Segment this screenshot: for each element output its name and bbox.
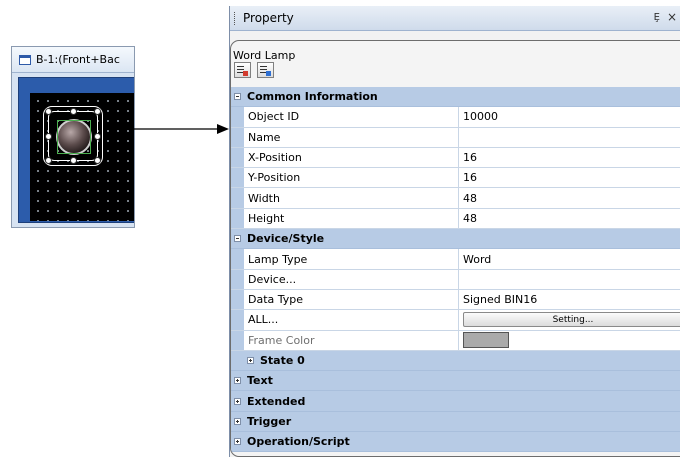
property-name: ALL... xyxy=(244,310,459,330)
expand-icon[interactable] xyxy=(234,438,241,446)
property-value-lamp-type[interactable]: Word xyxy=(459,249,680,269)
property-value-name[interactable] xyxy=(459,127,680,147)
property-panel[interactable]: Property Ȩ × Word Lamp Common Informatio… xyxy=(229,6,680,457)
resize-handle-s[interactable] xyxy=(70,157,77,164)
drag-grip-icon[interactable] xyxy=(234,11,237,25)
property-value-height[interactable]: 48 xyxy=(459,208,680,229)
property-name: Lamp Type xyxy=(244,249,459,269)
property-row[interactable]: Name xyxy=(231,127,680,148)
category-text[interactable]: Text xyxy=(231,371,680,392)
alphabetical-view-button[interactable] xyxy=(257,62,274,78)
property-row[interactable]: Height 48 xyxy=(231,208,680,230)
selection-frame xyxy=(57,120,91,154)
resize-handle-se[interactable] xyxy=(94,157,101,164)
category-label: Device/Style xyxy=(247,232,325,246)
property-row[interactable]: Object ID 10000 xyxy=(231,107,680,128)
property-row[interactable]: Device... xyxy=(231,269,680,290)
property-row[interactable]: Data Type Signed BIN16 xyxy=(231,289,680,311)
resize-handle-nw[interactable] xyxy=(45,108,52,115)
property-row[interactable]: Frame Color xyxy=(231,330,680,351)
object-type-label: Word Lamp xyxy=(233,49,296,62)
resize-handle-n[interactable] xyxy=(70,108,77,115)
word-lamp-object[interactable] xyxy=(43,106,103,166)
collapse-icon[interactable] xyxy=(234,235,241,243)
property-name: Height xyxy=(244,208,459,229)
category-label: Text xyxy=(247,374,273,388)
expand-icon[interactable] xyxy=(247,357,254,364)
window-icon xyxy=(19,54,31,65)
property-name: Data Type xyxy=(244,289,459,310)
property-name: Device... xyxy=(244,269,459,289)
categorized-icon xyxy=(237,65,248,76)
category-device-style[interactable]: Device/Style xyxy=(231,229,680,250)
collapse-icon[interactable] xyxy=(234,93,241,101)
expand-icon[interactable] xyxy=(234,417,241,425)
category-label: State 0 xyxy=(260,354,305,367)
property-panel-header[interactable]: Property Ȩ × xyxy=(230,6,680,31)
property-value-y-position[interactable]: 16 xyxy=(459,168,680,188)
property-row[interactable]: ALL... Setting... xyxy=(231,310,680,331)
property-name: Object ID xyxy=(244,107,459,127)
property-panel-title: Property xyxy=(243,11,294,25)
property-name: X-Position xyxy=(244,147,459,168)
property-name: Y-Position xyxy=(244,168,459,188)
subcategory-state-0[interactable]: State 0 xyxy=(231,350,680,372)
property-name: Name xyxy=(244,127,459,147)
screen-editor-title: B-1:(Front+Bac xyxy=(36,53,120,66)
categorized-view-button[interactable] xyxy=(234,62,251,78)
resize-handle-sw[interactable] xyxy=(45,157,52,164)
property-value-x-position[interactable]: 16 xyxy=(459,147,680,168)
category-trigger[interactable]: Trigger xyxy=(231,411,680,433)
category-extended[interactable]: Extended xyxy=(231,391,680,412)
category-label: Extended xyxy=(247,394,306,408)
category-operation-script[interactable]: Operation/Script xyxy=(231,432,680,453)
setting-button[interactable]: Setting... xyxy=(463,312,680,328)
category-common-information[interactable]: Common Information xyxy=(231,87,680,108)
pin-icon[interactable]: Ȩ xyxy=(654,12,660,23)
property-value-device[interactable] xyxy=(459,269,680,289)
property-row[interactable]: Lamp Type Word xyxy=(231,249,680,270)
property-row[interactable]: Y-Position 16 xyxy=(231,168,680,189)
resize-handle-ne[interactable] xyxy=(94,108,101,115)
expand-icon[interactable] xyxy=(234,377,241,385)
screen-editor-titlebar[interactable]: B-1:(Front+Bac xyxy=(12,47,134,73)
screen-editor-window[interactable]: B-1:(Front+Bac xyxy=(11,46,135,228)
close-icon[interactable]: × xyxy=(667,10,677,24)
property-name: Width xyxy=(244,188,459,208)
alphabetical-icon xyxy=(260,65,271,76)
property-row[interactable]: X-Position 16 xyxy=(231,147,680,169)
property-grid-container: Word Lamp Common Information Object ID 1… xyxy=(230,40,680,457)
property-row[interactable]: Width 48 xyxy=(231,188,680,209)
category-label: Common Information xyxy=(247,90,378,104)
property-value-object-id[interactable]: 10000 xyxy=(459,107,680,127)
property-value-data-type[interactable]: Signed BIN16 xyxy=(459,289,680,310)
resize-handle-e[interactable] xyxy=(94,133,101,140)
frame-color-swatch[interactable] xyxy=(463,332,509,349)
property-name: Frame Color xyxy=(244,330,459,350)
selection-box xyxy=(45,108,101,164)
property-value-width[interactable]: 48 xyxy=(459,188,680,208)
resize-handle-w[interactable] xyxy=(45,133,52,140)
category-label: Operation/Script xyxy=(247,435,350,449)
property-grid: Common Information Object ID 10000 Name … xyxy=(231,87,680,453)
expand-icon[interactable] xyxy=(234,397,241,405)
category-label: Trigger xyxy=(247,414,292,428)
